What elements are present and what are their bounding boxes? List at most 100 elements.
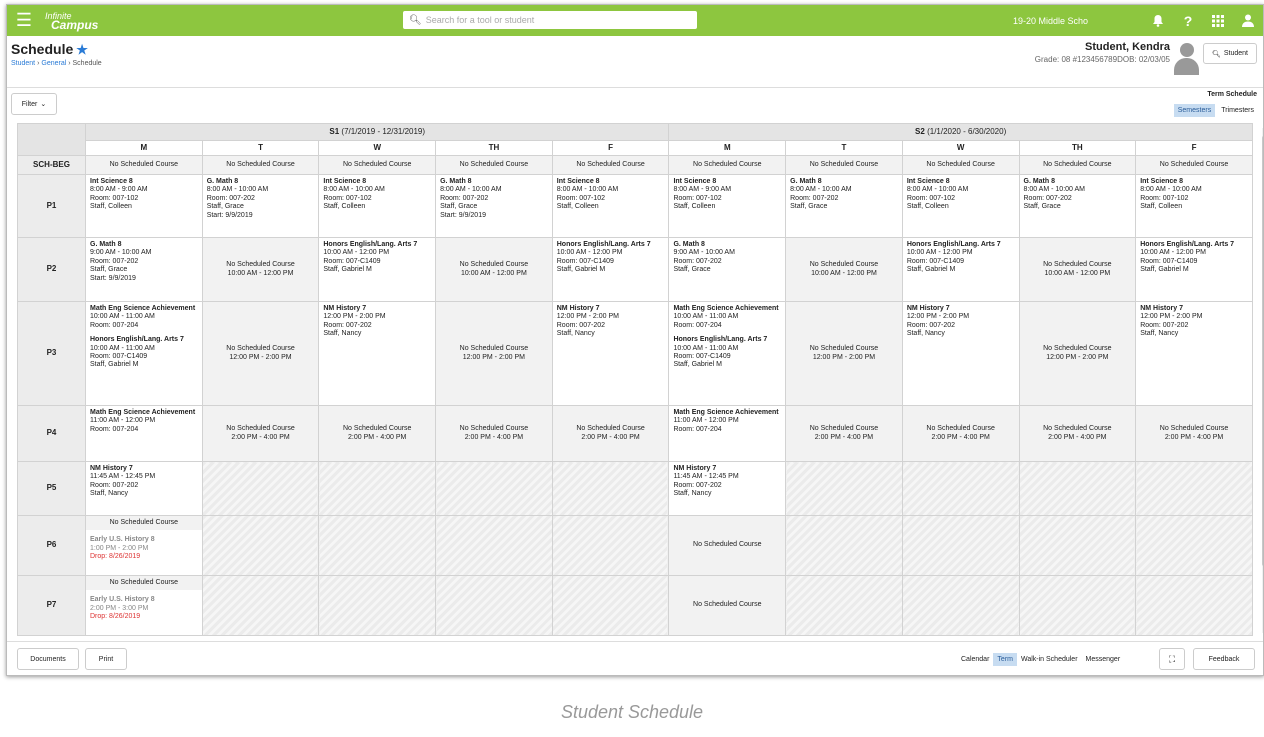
course-detail: Staff, Colleen (556, 203, 599, 211)
logo[interactable]: Infinite Campus (45, 11, 115, 31)
tab-walk-in-scheduler[interactable]: Walk-in Scheduler (1017, 653, 1082, 666)
breadcrumb-general[interactable]: General (41, 60, 66, 67)
no-scheduled-course-cell[interactable]: No Scheduled Course 12:00 PM - 2:00 PM (201, 301, 320, 406)
tab-term[interactable]: Term (993, 653, 1017, 666)
course-cell[interactable]: Int Science 8 8:00 AM - 10:00 AM Room: 007… (318, 174, 437, 238)
course-cell[interactable]: Honors English/Lang. Arts 7 10:00 AM - 12… (551, 237, 670, 302)
no-scheduled-course-cell[interactable]: No Scheduled Course (785, 155, 903, 175)
semester-name: S1 (329, 126, 340, 136)
no-scheduled-course-cell[interactable]: No Scheduled Course (1018, 155, 1137, 175)
course-cell[interactable]: G. Math 8 9:00 AM - 10:00 AM Room: 007-202… (668, 237, 787, 302)
course-detail: 8:00 AM - 10:00 AM (1140, 186, 1202, 194)
course-cell[interactable]: G. Math 8 8:00 AM - 10:00 AM Room: 007-202… (1018, 174, 1137, 238)
tab-calendar[interactable]: Calendar (957, 653, 993, 666)
course-cell[interactable]: G. Math 8 8:00 AM - 10:00 AM Room: 007-202… (201, 174, 320, 238)
no-scheduled-course-cell[interactable]: No Scheduled Course (668, 155, 787, 175)
filter-button[interactable]: Filter ⌄ (11, 93, 57, 115)
course-cell[interactable]: Int Science 8 8:00 AM - 10:00 AM Room: 007… (901, 174, 1020, 238)
feedback-button[interactable]: Feedback (1193, 648, 1255, 670)
no-scheduled-course-cell[interactable]: No Scheduled Course (318, 155, 437, 175)
print-button[interactable]: Print (85, 648, 127, 670)
semesters-button[interactable]: Semesters (1172, 103, 1217, 118)
course-detail: 12:00 PM - 2:00 PM (556, 313, 620, 321)
no-scheduled-course-cell[interactable]: No Scheduled Course 2:00 PM - 4:00 PM (551, 405, 670, 462)
apps-grid-icon[interactable] (1203, 5, 1233, 36)
help-icon[interactable]: ? (1173, 5, 1203, 36)
no-scheduled-course-cell[interactable]: No Scheduled Course (668, 515, 787, 576)
course-cell[interactable]: NM History 7 12:00 PM - 2:00 PM Room: 007-… (551, 301, 670, 406)
course-detail: 8:00 AM - 9:00 AM (673, 186, 732, 194)
star-icon[interactable]: ★ (76, 42, 88, 57)
period-row: P1 Int Science 8 8:00 AM - 9:00 AM Room: 00… (17, 174, 1253, 238)
no-scheduled-course-cell[interactable]: No Scheduled Course (901, 155, 1020, 175)
no-scheduled-course-cell[interactable]: No Scheduled Course 12:00 PM - 2:00 PM (435, 301, 553, 406)
course-cell[interactable]: Int Science 8 8:00 AM - 10:00 AM Room: 007… (551, 174, 670, 238)
no-scheduled-course-cell[interactable]: No Scheduled Course 2:00 PM - 4:00 PM (1018, 405, 1137, 462)
no-scheduled-course-cell[interactable]: No Scheduled Course 2:00 PM - 4:00 PM (318, 405, 437, 462)
tab-messenger[interactable]: Messenger (1082, 653, 1125, 666)
menu-icon[interactable]: ☰ (11, 5, 37, 36)
period-label: P2 (17, 237, 86, 302)
no-course-text: No Scheduled Course (1159, 160, 1229, 168)
course-cell[interactable]: Math Eng Science Achievement 11:00 AM - 1… (85, 405, 203, 462)
no-scheduled-course-cell[interactable]: No Scheduled Course (201, 155, 320, 175)
avatar (1174, 41, 1199, 75)
no-scheduled-course-cell[interactable]: No Scheduled Course 10:00 AM - 12:00 PM (201, 237, 320, 302)
empty-cell (551, 575, 670, 636)
no-scheduled-course-cell[interactable]: No Scheduled Course (85, 155, 203, 175)
course-cell[interactable]: Honors English/Lang. Arts 7 10:00 AM - 12… (318, 237, 437, 302)
empty-cell (1135, 515, 1253, 576)
empty-cell (785, 515, 903, 576)
no-scheduled-course-cell[interactable]: No Scheduled Course 2:00 PM - 4:00 PM (785, 405, 903, 462)
course-cell[interactable]: NM History 7 11:45 AM - 12:45 PM Room: 007… (668, 461, 787, 516)
no-scheduled-course-cell[interactable]: No Scheduled Course 12:00 PM - 2:00 PM (785, 301, 903, 406)
no-scheduled-course-cell[interactable]: No Scheduled Course (551, 155, 670, 175)
course-cell[interactable]: G. Math 8 8:00 AM - 10:00 AM Room: 007-202… (435, 174, 553, 238)
course-cell[interactable]: NM History 7 11:45 AM - 12:45 PM Room: 007… (85, 461, 203, 516)
course-cell[interactable]: G. Math 8 9:00 AM - 10:00 AM Room: 007-202… (85, 237, 203, 302)
course-cell[interactable]: Int Science 8 8:00 AM - 9:00 AM Room: 007-… (85, 174, 203, 238)
fullscreen-icon[interactable]: ⛶ (1159, 648, 1185, 670)
no-scheduled-course-cell[interactable]: No Scheduled Course 2:00 PM - 4:00 PM (435, 405, 553, 462)
no-scheduled-course-cell[interactable]: No Scheduled Course 10:00 AM - 12:00 PM (435, 237, 553, 302)
course-name: NM History 7 (906, 305, 950, 312)
dropped-course-cell[interactable]: No Scheduled Course Early U.S. History 81… (85, 515, 203, 576)
documents-button[interactable]: Documents (17, 648, 79, 670)
student-info: Student, Kendra Grade: 08 #123456789DOB:… (1035, 41, 1170, 64)
bell-icon[interactable] (1143, 5, 1173, 36)
no-scheduled-course-cell[interactable]: No Scheduled Course 2:00 PM - 4:00 PM (201, 405, 320, 462)
course-cell[interactable]: Math Eng Science Achievement 11:00 AM - 1… (668, 405, 787, 462)
period-label: P1 (17, 174, 86, 238)
course-cell[interactable]: Honors English/Lang. Arts 7 10:00 AM - 12… (901, 237, 1020, 302)
period-label: P7 (17, 575, 86, 636)
trimesters-button[interactable]: Trimesters (1216, 103, 1259, 118)
no-scheduled-course-cell[interactable]: No Scheduled Course (1135, 155, 1253, 175)
no-scheduled-course-cell[interactable]: No Scheduled Course (668, 575, 787, 636)
course-cell[interactable]: Int Science 8 8:00 AM - 10:00 AM Room: 007… (1135, 174, 1253, 238)
no-scheduled-course-cell[interactable]: No Scheduled Course 2:00 PM - 4:00 PM (1135, 405, 1253, 462)
student-search-button[interactable]: 🔍︎ Student (1203, 43, 1257, 64)
course-detail: 11:00 AM - 12:00 PM (90, 417, 156, 425)
course-cell[interactable]: NM History 7 12:00 PM - 2:00 PM Room: 007-… (901, 301, 1020, 406)
empty-cell (1135, 575, 1253, 636)
course-cell[interactable]: Math Eng Science Achievement 10:00 AM - 1… (668, 301, 787, 406)
course-name: Early U.S. History 8 (90, 596, 155, 604)
course-cell[interactable]: Honors English/Lang. Arts 7 10:00 AM - 12… (1135, 237, 1253, 302)
no-scheduled-course-cell[interactable]: No Scheduled Course 10:00 AM - 12:00 PM (1018, 237, 1137, 302)
course-cell[interactable]: NM History 7 12:00 PM - 2:00 PM Room: 007-… (1135, 301, 1253, 406)
course-cell[interactable]: Int Science 8 8:00 AM - 9:00 AM Room: 007-… (668, 174, 787, 238)
course-cell[interactable]: Math Eng Science Achievement 10:00 AM - 1… (85, 301, 203, 406)
user-icon[interactable] (1233, 5, 1263, 36)
course-cell[interactable]: G. Math 8 8:00 AM - 10:00 AM Room: 007-202… (785, 174, 903, 238)
school-selector[interactable]: 19-20 Middle Scho (1013, 5, 1088, 36)
no-course-text: No Scheduled Course (226, 425, 295, 433)
no-scheduled-course-cell[interactable]: No Scheduled Course (435, 155, 553, 175)
search-input[interactable]: 🔍︎ Search for a tool or student (403, 11, 697, 29)
dropped-course-cell[interactable]: No Scheduled Course Early U.S. History 82… (85, 575, 203, 636)
course-cell[interactable]: NM History 7 12:00 PM - 2:00 PM Room: 007-… (318, 301, 437, 406)
no-scheduled-course-cell[interactable]: No Scheduled Course 10:00 AM - 12:00 PM (785, 237, 903, 302)
no-scheduled-course-cell[interactable]: No Scheduled Course 12:00 PM - 2:00 PM (1018, 301, 1137, 406)
breadcrumb-student[interactable]: Student (11, 60, 35, 67)
no-scheduled-course-cell[interactable]: No Scheduled Course 2:00 PM - 4:00 PM (901, 405, 1020, 462)
course-detail: Room: 007-204 (673, 425, 722, 433)
